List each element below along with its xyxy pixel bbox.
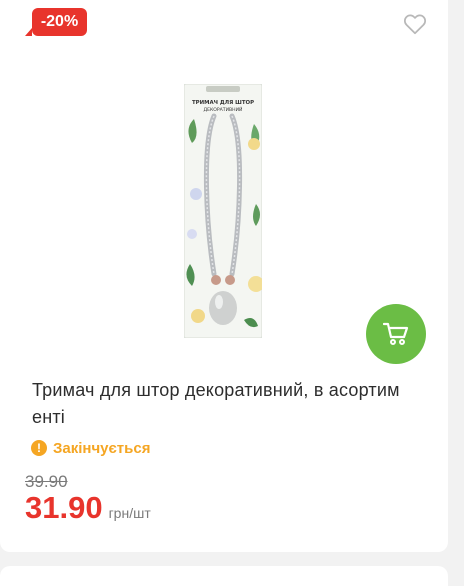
heart-outline-icon <box>403 14 427 35</box>
wishlist-button[interactable] <box>402 11 428 37</box>
image-label-bottom: ДЕКОРАТИВНИЙ <box>203 106 242 113</box>
next-product-card[interactable] <box>0 566 448 586</box>
shopping-cart-icon <box>383 322 409 345</box>
discount-badge: -20% <box>25 8 87 36</box>
stock-status: ! Закінчується <box>31 438 150 458</box>
product-card[interactable]: -20% ТРИМАЧ ДЛЯ ШТОР ДЕКОРАТИВНИЙ Тримач… <box>0 0 448 552</box>
price-row: 31.90 грн/шт <box>25 490 151 526</box>
add-to-cart-button[interactable] <box>366 304 426 364</box>
stock-status-text: Закінчується <box>53 439 151 457</box>
exclamation-circle-icon: ! <box>31 440 47 456</box>
product-title[interactable]: Тримач для штор декоративний, в асортим … <box>32 377 428 431</box>
current-price: 31.90 <box>25 490 103 525</box>
old-price: 39.90 <box>25 472 68 491</box>
price-unit: грн/шт <box>108 505 151 521</box>
image-label-top: ТРИМАЧ ДЛЯ ШТОР <box>192 100 254 106</box>
product-image[interactable]: ТРИМАЧ ДЛЯ ШТОР ДЕКОРАТИВНИЙ <box>183 83 264 339</box>
